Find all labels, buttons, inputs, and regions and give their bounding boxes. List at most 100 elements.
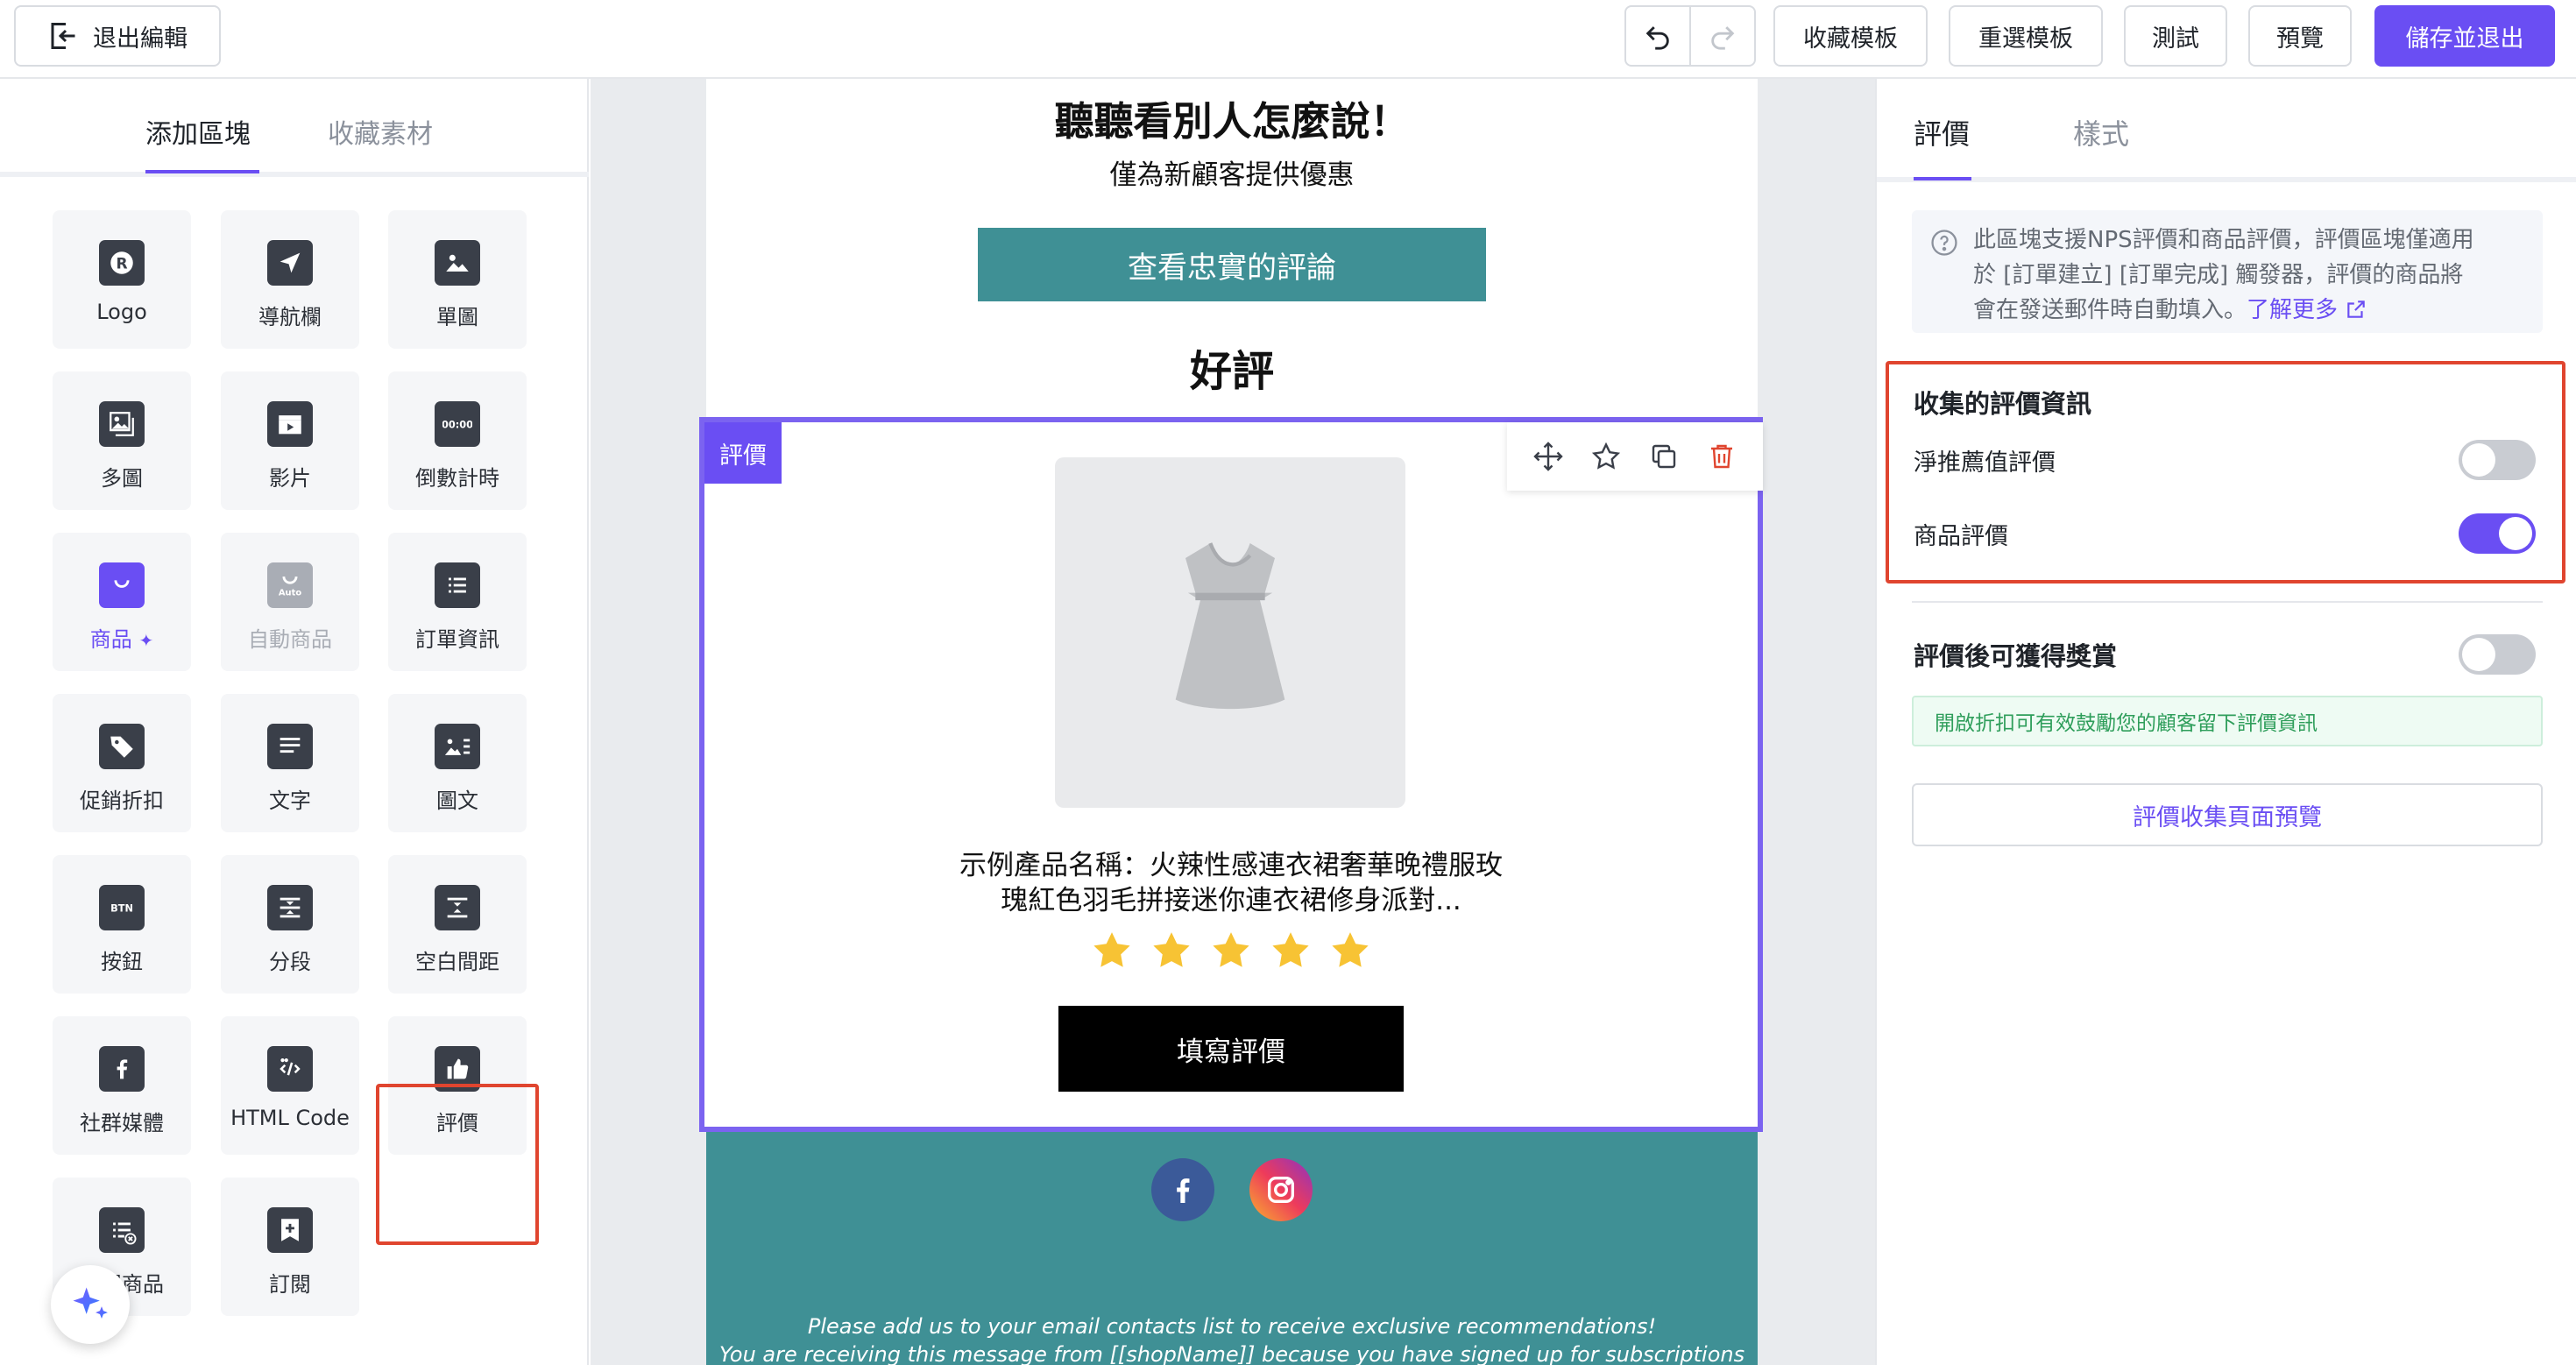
image-icon (435, 240, 480, 286)
block-label: HTML Code (230, 1106, 350, 1130)
view-reviews-button[interactable]: 查看忠實的評論 (978, 228, 1486, 301)
review-block-tag: 評價 (704, 422, 782, 484)
block-button[interactable]: BTN 按鈕 (53, 855, 191, 994)
block-label: 影片 (269, 466, 311, 491)
product-image[interactable] (1055, 457, 1405, 808)
block-label: 文字 (269, 789, 311, 813)
preview-button[interactable]: 預覽 (2248, 5, 2352, 67)
star-icon[interactable] (1150, 929, 1193, 972)
email-title[interactable]: 聽聽看別人怎麼說！ (706, 89, 1758, 146)
block-html-code[interactable]: HTML Code (221, 1016, 359, 1155)
tab-saved-assets[interactable]: 收藏素材 (328, 112, 433, 151)
exit-edit-button[interactable]: 退出編輯 (14, 5, 221, 67)
block-text[interactable]: 文字 (221, 694, 359, 832)
block-single-image[interactable]: 單圖 (388, 210, 527, 349)
review-page-preview-button[interactable]: 評價收集頁面預覽 (1912, 783, 2543, 846)
product-review-toggle[interactable] (2459, 513, 2536, 554)
star-icon[interactable] (1328, 929, 1372, 972)
tag-icon (99, 724, 145, 769)
images-icon (99, 401, 145, 447)
favorite-template-button[interactable]: 收藏模板 (1773, 5, 1928, 67)
star-icon[interactable] (1090, 929, 1134, 972)
block-label: 按鈕 (101, 950, 143, 974)
duplicate-icon[interactable] (1648, 441, 1680, 472)
delete-icon[interactable] (1706, 441, 1737, 472)
block-countdown[interactable]: 00:00 倒數計時 (388, 371, 527, 510)
learn-more-link[interactable]: 了解更多 (2247, 297, 2367, 323)
footer-line-2: You are receiving this message from [[sh… (718, 1342, 1745, 1365)
reselect-template-button[interactable]: 重選模板 (1949, 5, 2103, 67)
block-image-text[interactable]: 圖文 (388, 694, 527, 832)
button-icon: BTN (99, 885, 145, 930)
active-tab-indicator (145, 170, 259, 173)
block-subscribe[interactable]: 訂閱 (221, 1178, 359, 1316)
tab-add-blocks[interactable]: 添加區塊 (145, 112, 251, 151)
test-button[interactable]: 測試 (2124, 5, 2227, 67)
save-and-exit-button[interactable]: 儲存並退出 (2374, 5, 2555, 67)
text-icon (267, 724, 313, 769)
move-icon[interactable] (1532, 441, 1564, 472)
reward-title: 評價後可獲得獎賞 (1914, 641, 2118, 671)
top-toolbar: 退出編輯 收藏模板 重選模板 測試 預覽 儲存並退出 (0, 0, 2576, 79)
block-navigation[interactable]: 導航欄 (221, 210, 359, 349)
star-icon[interactable] (1269, 929, 1313, 972)
block-video[interactable]: 影片 (221, 371, 359, 510)
facebook-social-icon[interactable] (1151, 1158, 1214, 1221)
block-section[interactable]: 分段 (221, 855, 359, 994)
info-text-line-1: 此區塊支援NPS評價和商品評價，評價區塊僅適用 (1973, 227, 2474, 253)
reward-note: 開啟折扣可有效鼓勵您的顧客留下評價資訊 (1912, 696, 2543, 746)
star-outline-icon[interactable] (1590, 441, 1622, 472)
facebook-icon (99, 1046, 145, 1092)
nps-toggle[interactable] (2459, 440, 2536, 480)
review-block[interactable]: 評價 示例產品名稱：火辣性感連衣裙奢華晚禮服玫 瑰紅色羽毛拼接迷你連衣裙修身派對… (699, 417, 1763, 1132)
block-auto-product: Auto 自動商品 (221, 533, 359, 671)
image-text-icon (435, 724, 480, 769)
navigation-icon (267, 240, 313, 286)
product-review-label: 商品評價 (1914, 523, 2008, 550)
block-order-info[interactable]: 訂單資訊 (388, 533, 527, 671)
block-social-media[interactable]: 社群媒體 (53, 1016, 191, 1155)
info-text-line-3: 會在發送郵件時自動填入。 (1973, 297, 2247, 323)
exit-edit-label: 退出編輯 (93, 25, 188, 53)
blocks-panel-tabs: 添加區塊 收藏素材 (0, 79, 589, 177)
settings-panel: 評價 樣式 此區塊支援NPS評價和商品評價，評價區塊僅適用 於 [訂單建立] [… (1875, 79, 2576, 1365)
block-multi-image[interactable]: 多圖 (53, 371, 191, 510)
dress-icon (1175, 542, 1285, 710)
reward-toggle[interactable] (2459, 634, 2536, 675)
star-icon[interactable] (1209, 929, 1253, 972)
block-actions-toolbar (1507, 422, 1763, 491)
block-label: 倒數計時 (415, 466, 499, 491)
bookmark-plus-icon (267, 1207, 313, 1253)
undo-icon (1645, 26, 1669, 50)
video-icon (267, 401, 313, 447)
block-label: 圖文 (436, 789, 478, 813)
redo-icon (1711, 26, 1735, 50)
blocks-panel: 添加區塊 收藏素材 R Logo 導航欄 單圖 多圖 影片 00:00 倒數計時… (0, 79, 589, 1365)
block-discount[interactable]: 促銷折扣 (53, 694, 191, 832)
email-subtitle[interactable]: 僅為新顧客提供優惠 (706, 152, 1758, 192)
tab-style[interactable]: 樣式 (2073, 112, 2129, 152)
info-box: 此區塊支援NPS評價和商品評價，評價區塊僅適用 於 [訂單建立] [訂單完成] … (1912, 210, 2543, 333)
tab-review[interactable]: 評價 (1914, 112, 1970, 152)
order-info-icon (435, 562, 480, 608)
rating-stars[interactable] (704, 929, 1758, 972)
block-label: 分段 (269, 950, 311, 974)
section-title[interactable]: 好評 (706, 336, 1758, 398)
block-logo[interactable]: R Logo (53, 210, 191, 349)
redo-button[interactable] (1691, 7, 1754, 65)
unsubscribe-product-icon (99, 1207, 145, 1253)
undo-redo-group (1624, 5, 1756, 67)
write-review-button[interactable]: 填寫評價 (1058, 1006, 1404, 1092)
divider-icon (267, 885, 313, 930)
instagram-social-icon[interactable] (1249, 1158, 1313, 1221)
logo-icon: R (99, 240, 145, 286)
ai-assistant-button[interactable] (51, 1265, 130, 1344)
svg-text:R: R (116, 255, 127, 272)
undo-button[interactable] (1626, 7, 1691, 65)
product-name-line-2: 瑰紅色羽毛拼接迷你連衣裙修身派對... (1001, 885, 1461, 916)
settings-tabs: 評價 樣式 (1877, 79, 2576, 182)
footer-line-1: Please add us to your email contacts lis… (807, 1314, 1657, 1339)
spacer-icon (435, 885, 480, 930)
block-spacer[interactable]: 空白間距 (388, 855, 527, 994)
block-product[interactable]: 商品 ✦ (53, 533, 191, 671)
